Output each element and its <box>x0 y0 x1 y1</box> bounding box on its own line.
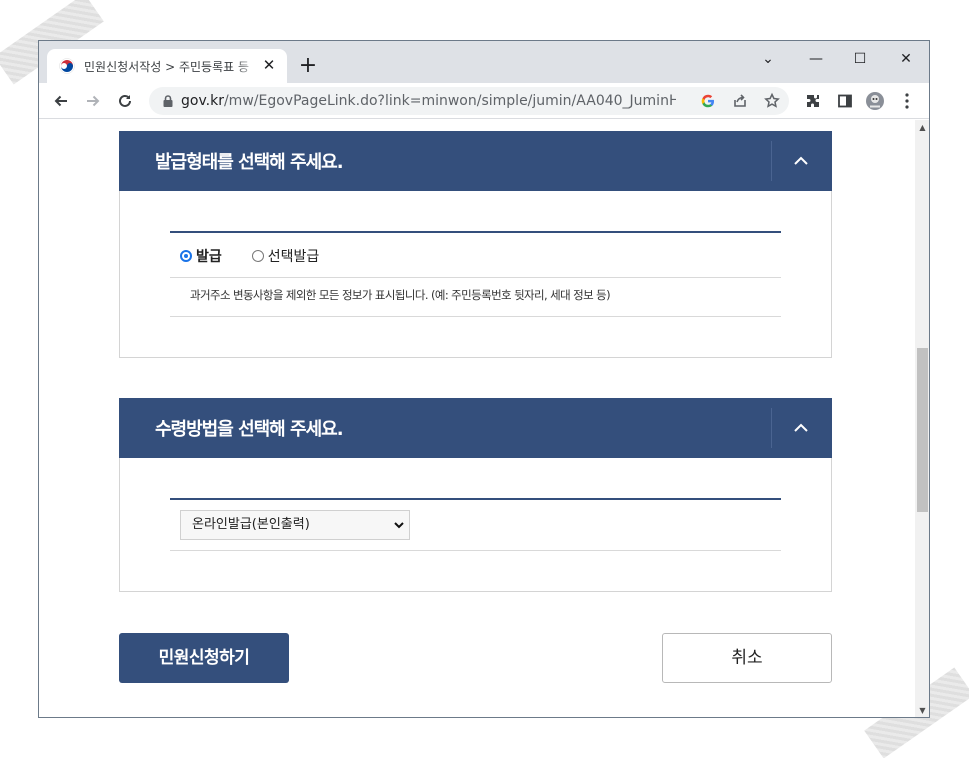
chevron-down-icon <box>394 522 404 529</box>
side-panel-icon[interactable] <box>833 89 857 113</box>
form-top-border <box>170 231 781 233</box>
row-divider <box>170 316 781 317</box>
header-divider <box>771 408 772 448</box>
browser-window: 민원신청서작성 > 주민등록표 등 ✕ + ⌄ — ☐ ✕ gov.kr/mw/… <box>38 40 930 718</box>
header-divider <box>771 141 772 181</box>
row-divider <box>170 277 781 278</box>
gov-favicon-icon <box>59 58 75 74</box>
menu-icon[interactable] <box>895 89 919 113</box>
chevron-up-icon[interactable] <box>789 149 813 173</box>
reload-icon[interactable] <box>113 89 137 113</box>
radio-issue[interactable]: 발급 <box>180 246 222 266</box>
active-tab[interactable]: 민원신청서작성 > 주민등록표 등 ✕ <box>47 49 287 83</box>
extensions-icon[interactable] <box>801 89 825 113</box>
google-translate-icon[interactable] <box>699 92 717 110</box>
row-divider <box>170 550 781 551</box>
radio-button[interactable] <box>251 250 264 262</box>
tab-strip: 민원신청서작성 > 주민등록표 등 ✕ + ⌄ — ☐ ✕ <box>39 41 929 83</box>
maximize-icon[interactable]: ☐ <box>845 47 875 71</box>
browser-toolbar: gov.kr/mw/EgovPageLink.do?link=minwon/si… <box>39 83 929 119</box>
new-tab-icon[interactable]: + <box>297 55 319 77</box>
url-text: gov.kr/mw/EgovPageLink.do?link=minwon/si… <box>181 93 676 109</box>
radio-selective-issue[interactable]: 선택발급 <box>251 246 320 266</box>
section-title: 수령방법을 선택해 주세요. <box>155 419 344 440</box>
cancel-button[interactable]: 취소 <box>662 633 832 683</box>
profile-avatar-icon[interactable] <box>863 89 887 113</box>
tab-title: 민원신청서작성 > 주민등록표 등 <box>84 59 250 74</box>
forward-icon[interactable] <box>81 89 105 113</box>
issue-type-note: 과거주소 변동사항을 제외한 모든 정보가 표시됩니다. (예: 주민등록번호 … <box>190 288 611 302</box>
scroll-down-icon[interactable]: ▼ <box>915 703 929 717</box>
issue-type-header[interactable]: 발급형태를 선택해 주세요. <box>119 131 832 191</box>
radio-label: 선택발급 <box>267 249 320 265</box>
issue-type-radio-group: 발급 선택발급 <box>180 246 349 266</box>
radio-button-checked[interactable] <box>180 250 192 262</box>
select-value: 온라인발급(본인출력) <box>192 517 310 532</box>
receive-method-select[interactable]: 온라인발급(본인출력) <box>180 510 410 540</box>
radio-label: 발급 <box>196 249 222 265</box>
bookmark-star-icon[interactable] <box>763 92 781 110</box>
address-bar[interactable]: gov.kr/mw/EgovPageLink.do?link=minwon/si… <box>149 87 789 115</box>
scroll-up-icon[interactable]: ▲ <box>915 120 929 135</box>
section-title: 발급형태를 선택해 주세요. <box>155 152 344 173</box>
minimize-icon[interactable]: — <box>801 47 831 71</box>
vertical-scrollbar[interactable]: ▲ ▼ <box>915 120 929 717</box>
close-window-icon[interactable]: ✕ <box>891 47 921 71</box>
tab-search-icon[interactable]: ⌄ <box>753 47 783 71</box>
back-icon[interactable] <box>49 89 73 113</box>
lock-icon <box>163 95 173 107</box>
close-tab-icon[interactable]: ✕ <box>261 57 277 73</box>
receive-method-header[interactable]: 수령방법을 선택해 주세요. <box>119 398 832 458</box>
chevron-up-icon[interactable] <box>789 416 813 440</box>
page-viewport: 발급 선택발급 과거주소 변동사항을 제외한 모든 정보가 표시됩니다. (예:… <box>39 120 915 717</box>
share-icon[interactable] <box>731 92 749 110</box>
submit-application-button[interactable]: 민원신청하기 <box>119 633 289 683</box>
form-top-border <box>170 498 781 500</box>
scroll-thumb[interactable] <box>917 348 928 512</box>
